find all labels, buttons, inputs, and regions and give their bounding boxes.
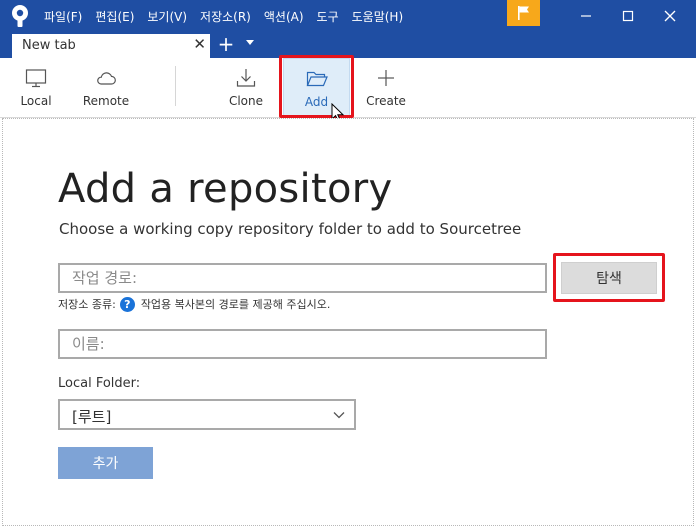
toolbar-local-label: Local [20,94,52,108]
toolbar-remote-label: Remote [82,94,130,108]
repo-type-label: 저장소 종류: [58,298,116,311]
title-bar: 파일(F) 편집(E) 보기(V) 저장소(R) 액션(A) 도구 도움말(H) [0,0,696,32]
chevron-down-icon [333,412,345,419]
flag-button[interactable] [507,0,540,26]
name-field[interactable] [58,329,547,359]
help-icon[interactable]: ? [119,296,135,312]
toolbar-create-button[interactable]: Create [356,58,416,118]
close-window-button[interactable] [648,0,692,32]
close-icon [664,10,676,22]
name-input[interactable] [60,331,545,357]
menu-repository[interactable]: 저장소(R) [200,8,251,25]
sourcetree-logo-icon[interactable] [8,4,32,28]
menu-tools[interactable]: 도구 [317,8,339,25]
repo-type-message: 작업용 복사본의 경로를 제공해 주십시오. [140,298,331,311]
repo-type-row: 저장소 종류: ? 작업용 복사본의 경로를 제공해 주십시오. [58,296,330,312]
menu-bar: 파일(F) 편집(E) 보기(V) 저장소(R) 액션(A) 도구 도움말(H) [44,0,416,32]
maximize-button[interactable] [606,0,650,32]
download-icon [236,69,256,87]
monitor-icon [25,69,47,88]
toolbar-clone-button[interactable]: Clone [216,58,276,118]
menu-file[interactable]: 파일(F) [44,8,82,25]
minimize-button[interactable] [564,0,608,32]
menu-actions[interactable]: 액션(A) [264,8,304,25]
tab-close-icon[interactable]: ✕ [193,35,206,53]
plus-icon [378,70,394,86]
cloud-icon [97,72,116,85]
tab-new-tab[interactable]: New tab ✕ [12,34,210,58]
local-folder-select[interactable]: [루트] [58,399,356,430]
add-tab-icon[interactable]: + [216,32,236,56]
minimize-icon [581,15,591,17]
working-path-field[interactable] [58,263,547,293]
tab-label: New tab [22,38,76,53]
toolbar-remote-button[interactable]: Remote [76,58,136,118]
toolbar-create-label: Create [366,94,406,108]
local-folder-label: Local Folder: [58,376,141,391]
menu-edit[interactable]: 편집(E) [95,8,134,25]
add-submit-button[interactable]: 추가 [58,447,153,479]
page-title: Add a repository [58,166,393,212]
working-path-input[interactable] [60,265,545,291]
maximize-icon [622,10,634,22]
menu-help[interactable]: 도움말(H) [352,8,404,25]
tab-dropdown-icon[interactable] [246,40,254,45]
page-subtitle: Choose a working copy repository folder … [59,220,522,238]
toolbar-separator [175,66,176,106]
menu-view[interactable]: 보기(V) [147,8,187,25]
browse-highlight-box [553,253,665,302]
toolbar-clone-label: Clone [228,94,264,108]
toolbar-local-button[interactable]: Local [6,58,66,118]
flag-icon [517,6,529,20]
local-folder-value: [루트] [72,408,112,426]
